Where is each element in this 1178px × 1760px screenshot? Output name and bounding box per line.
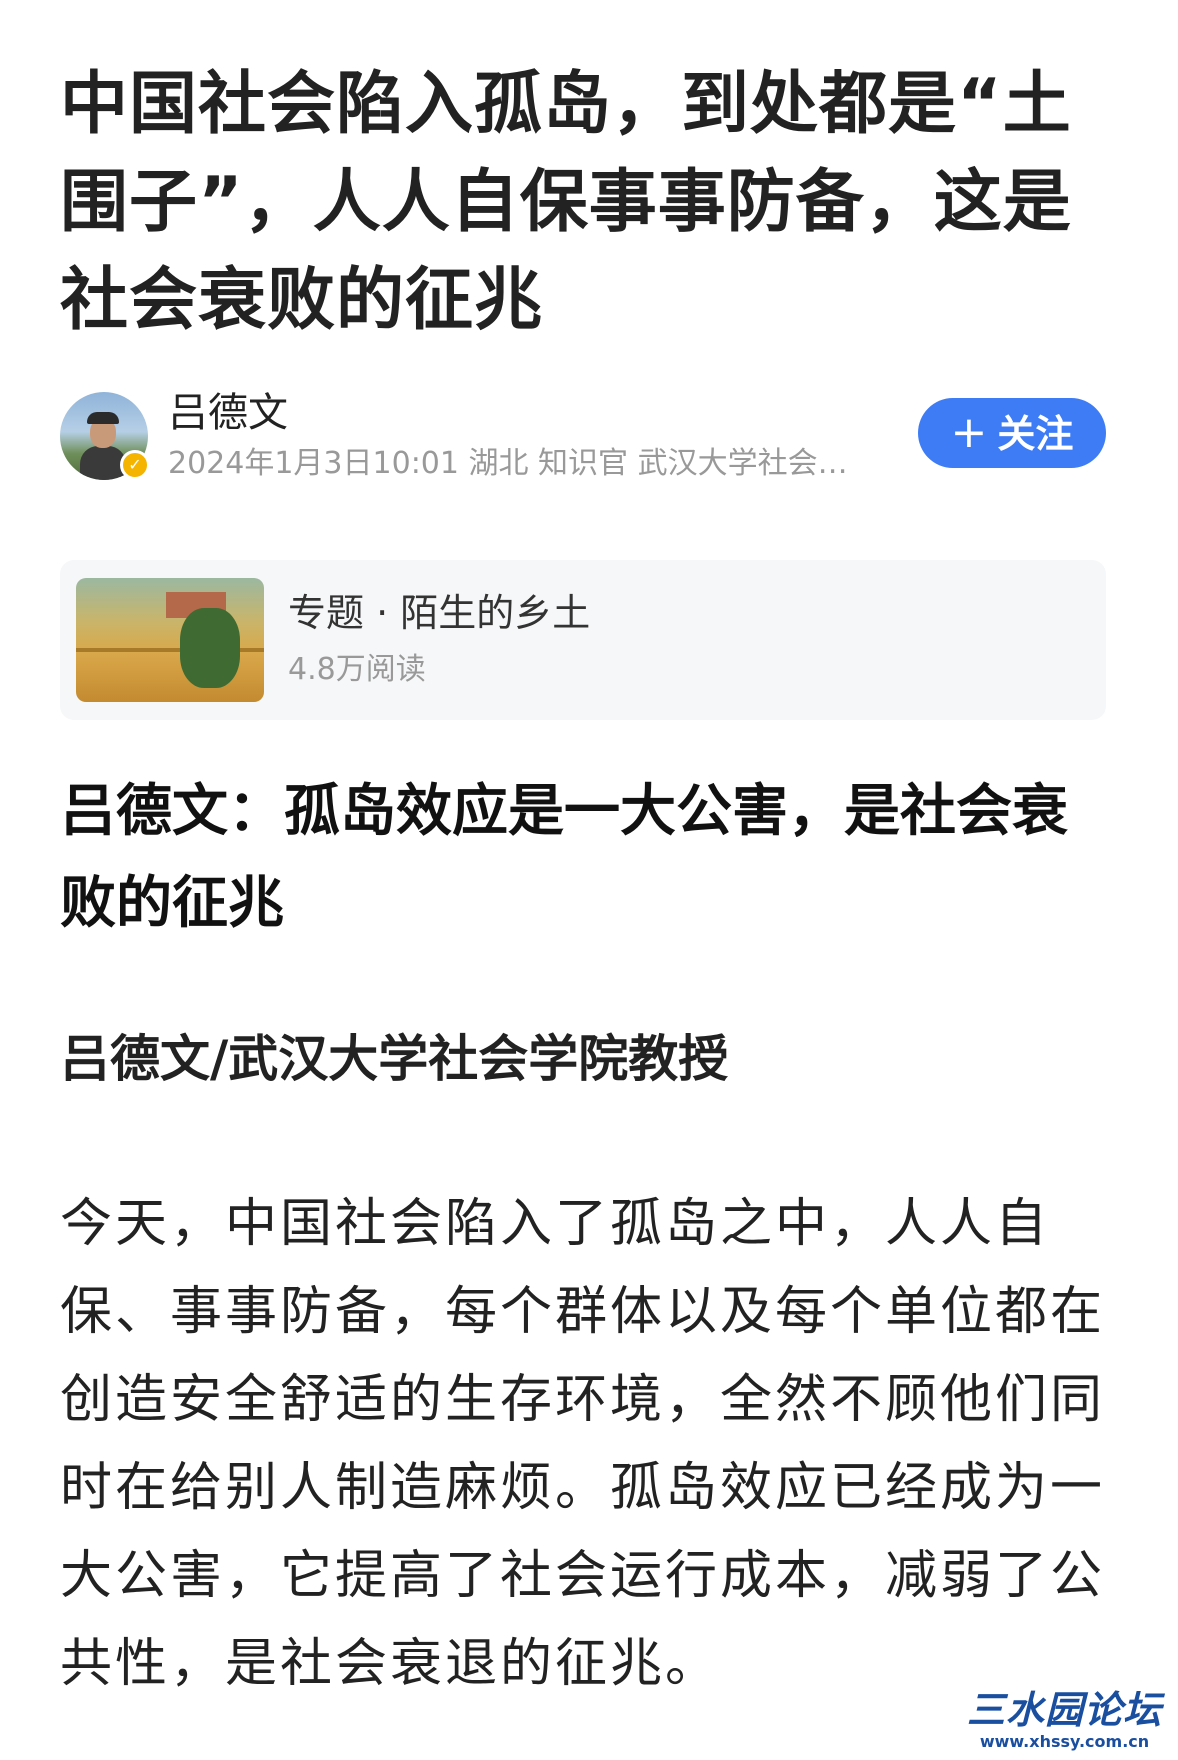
watermark-url: www.xhssy.com.cn [979, 1732, 1150, 1751]
follow-label: 关注 [997, 412, 1074, 456]
article-subheading: 吕德文：孤岛效应是一大公害，是社会衰败的征兆 [60, 779, 1068, 936]
article-paragraph: 今天，中国社会陷入了孤岛之中，人人自保、事事防备，每个群体以及每个单位都在创造安… [60, 1194, 1106, 1694]
verified-check-icon: ✓ [120, 450, 150, 480]
watermark-logo: 三水园论坛 [966, 1688, 1162, 1732]
article-page: 中国社会陷入孤岛，到处都是“土围子”，人人自保事事防备，这是社会衰败的征兆 ✓ … [0, 0, 1178, 1760]
article-title: 中国社会陷入孤岛，到处都是“土围子”，人人自保事事防备，这是社会衰败的征兆 [60, 65, 1072, 340]
thumbnail-tree [180, 608, 240, 688]
plus-icon: + [950, 407, 988, 458]
site-watermark: 三水园论坛 www.xhssy.com.cn [967, 1688, 1162, 1752]
topic-thumbnail [76, 578, 264, 702]
topic-card[interactable]: 专题 · 陌生的乡土 4.8万阅读 [60, 560, 1106, 720]
topic-title: 专题 · 陌生的乡土 [288, 591, 591, 635]
article-byline: 吕德文/武汉大学社会学院教授 [60, 1030, 729, 1088]
author-meta: 2024年1月3日10:01 湖北 知识官 武汉大学社会… [168, 446, 848, 481]
author-row: ✓ 吕德文 2024年1月3日10:01 湖北 知识官 武汉大学社会… + 关注 [60, 388, 1120, 484]
author-name[interactable]: 吕德文 [168, 388, 288, 438]
avatar-cap [87, 412, 119, 424]
follow-button[interactable]: + 关注 [918, 398, 1106, 468]
topic-read-count: 4.8万阅读 [288, 652, 426, 687]
